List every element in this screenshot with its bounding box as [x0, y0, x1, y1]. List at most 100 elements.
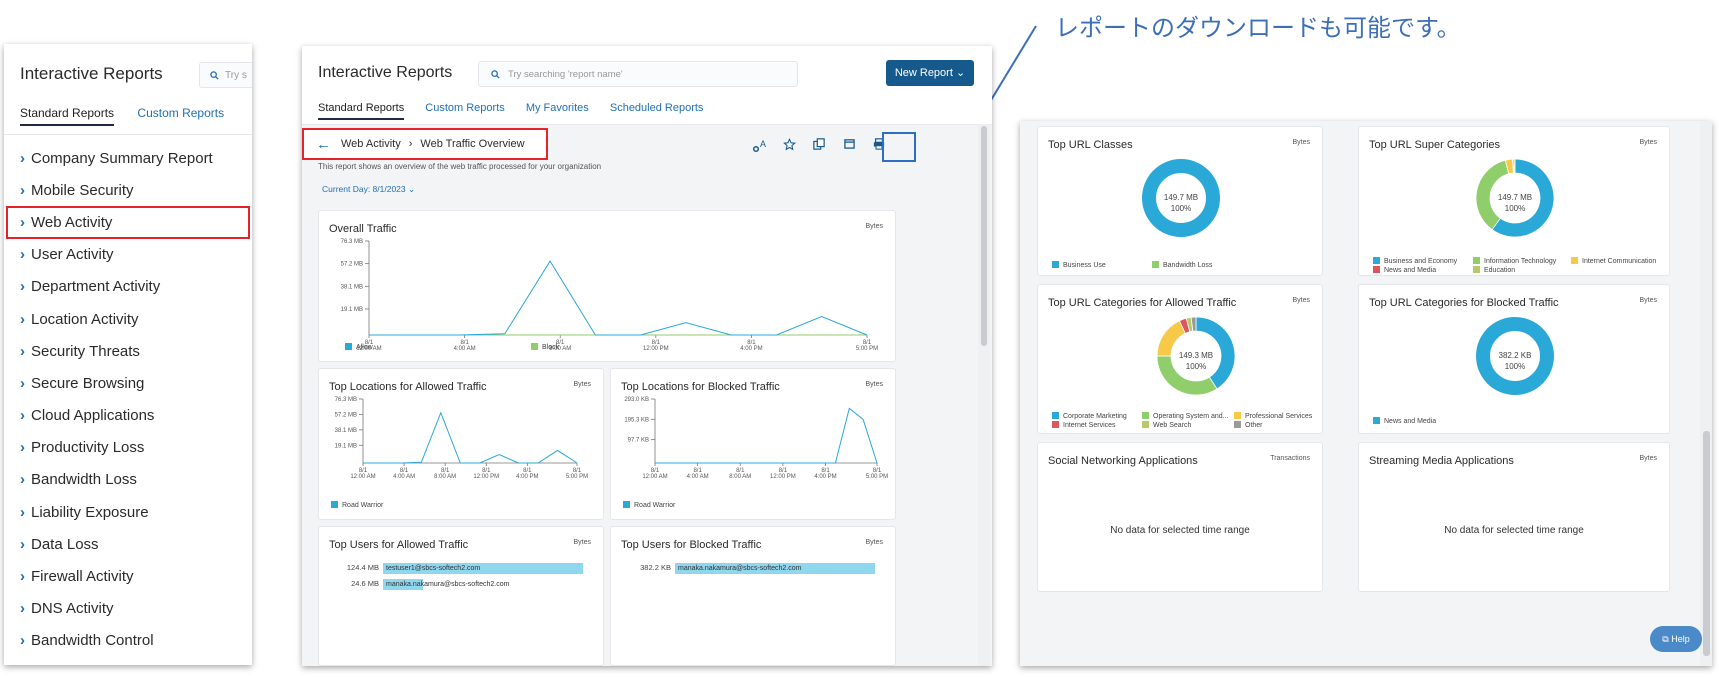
sidebar-item-location-activity[interactable]: › Location Activity [4, 303, 252, 335]
sidebar-item-bandwidth-control[interactable]: › Bandwidth Control [4, 625, 252, 657]
search-input[interactable]: Try searching 'report name' [478, 61, 798, 87]
sidebar-item-department-activity[interactable]: › Department Activity [4, 271, 252, 303]
user-row[interactable]: 382.2 KB manaka.nakamura@sbcs-softech2.co… [621, 563, 875, 574]
card-title: Streaming Media Applications [1369, 455, 1514, 467]
sidebar-item-secure-browsing[interactable]: › Secure Browsing [4, 367, 252, 399]
copy-icon[interactable] [812, 138, 826, 152]
breadcrumb-parent[interactable]: Web Activity [341, 138, 401, 150]
legend-label: Road Warrior [634, 502, 676, 509]
tab-standard-reports[interactable]: Standard Reports [318, 102, 405, 120]
legend-item: Operating System and... [1142, 412, 1228, 420]
sidebar-item-productivity-loss[interactable]: › Productivity Loss [4, 432, 252, 464]
calendar-icon[interactable] [842, 138, 856, 152]
legend-swatch [345, 343, 352, 350]
empty-state-message: No data for selected time range [1444, 525, 1584, 536]
y-tick-label: 76.3 MB [341, 239, 363, 245]
legend-item: Web Search [1142, 421, 1191, 429]
chevron-right-icon: › [20, 181, 25, 199]
donut-total: 149.3 MB [1178, 351, 1214, 360]
user-row[interactable]: 124.4 MB testuser1@sbcs-softech2.com [329, 563, 583, 574]
y-tick-label: 76.3 MB [335, 397, 357, 403]
donut-slice [1513, 158, 1516, 174]
legend-label: Road Warrior [342, 502, 384, 509]
search-placeholder: Try searching 'report name' [508, 69, 623, 80]
legend-label: Professional Services [1245, 413, 1313, 420]
help-button[interactable]: ⧉ Help [1650, 626, 1702, 652]
url-super-categories-card: Top URL Super Categories Bytes 149.7 MB 1… [1358, 126, 1670, 276]
sidebar-item-label: Web Activity [31, 213, 113, 231]
sidebar-item-liability-exposure[interactable]: › Liability Exposure [4, 496, 252, 528]
sidebar-item-data-loss[interactable]: › Data Loss [4, 528, 252, 560]
locations-blocked-card: Top Locations for Blocked Traffic Bytes … [610, 368, 896, 520]
url-allowed-categories-card: Top URL Categories for Allowed Traffic B… [1037, 284, 1323, 434]
new-report-button[interactable]: New Report ⌄ [886, 60, 974, 86]
user-bar: manaka.nakamura@sbcs-softech2.com [675, 563, 875, 574]
donut-percent: 100% [1504, 204, 1526, 213]
sidebar-item-label: Data Loss [31, 535, 99, 553]
legend-swatch [1373, 417, 1380, 424]
search-placeholder: Try s [225, 70, 247, 81]
chevron-right-icon: › [20, 310, 25, 328]
legend-swatch [1142, 412, 1149, 419]
report-viewer-panel: Interactive Reports Try searching 'repor… [302, 46, 992, 666]
card-unit: Transactions [1270, 455, 1310, 462]
help-label: Help [1671, 634, 1690, 644]
card-title: Top Users for Blocked Traffic [621, 539, 762, 551]
page-title: Interactive Reports [318, 64, 453, 81]
y-tick-label: 57.2 MB [335, 412, 357, 418]
sidebar-item-label: Liability Exposure [31, 503, 149, 521]
sidebar-item-user-activity[interactable]: › User Activity [4, 239, 252, 271]
legend-swatch [1373, 266, 1380, 273]
x-tick-label: 4:00 AM [393, 474, 415, 480]
sidebar-item-security-threats[interactable]: › Security Threats [4, 335, 252, 367]
tab-custom-reports[interactable]: Custom Reports [137, 106, 224, 120]
legend-swatch [1142, 421, 1149, 428]
legend-label: Education [1484, 267, 1516, 274]
legend-swatch [531, 343, 538, 350]
sidebar-item-firewall-activity[interactable]: › Firewall Activity [4, 560, 252, 592]
donut-total: 382.2 KB [1498, 351, 1532, 360]
empty-state-message: No data for selected time range [1110, 525, 1250, 536]
legend-label: News and Media [1384, 267, 1437, 274]
users-blocked-card: Top Users for Blocked Traffic Bytes 382.… [610, 526, 896, 666]
user-row[interactable]: 24.6 MB manaka.nakamura@sbcs-softech2.com [329, 579, 509, 590]
sidebar-item-mobile-security[interactable]: › Mobile Security [4, 174, 252, 206]
legend-label: Block [542, 344, 560, 351]
chevron-right-icon: › [20, 374, 25, 392]
search-input[interactable]: Try s [199, 62, 252, 88]
scrollbar-thumb[interactable] [981, 126, 987, 346]
x-tick-label: 4:00 PM [516, 474, 538, 480]
chevron-right-icon: › [20, 342, 25, 360]
x-tick-label: 8:00 AM [729, 474, 751, 480]
text-style-icon[interactable]: A [752, 138, 766, 153]
scrollbar-thumb[interactable] [1703, 431, 1710, 656]
legend-item: Internet Communication [1571, 257, 1656, 265]
sidebar-item-label: Location Activity [31, 310, 139, 328]
legend-label: Business Use [1063, 262, 1106, 269]
y-tick-label: 57.2 MB [341, 262, 363, 268]
sidebar-item-cloud-applications[interactable]: › Cloud Applications [4, 400, 252, 432]
sidebar-item-web-activity[interactable]: › Web Activity [6, 206, 250, 239]
donut-total: 149.7 MB [1497, 193, 1533, 202]
star-icon[interactable] [782, 138, 796, 152]
legend-swatch [1234, 421, 1241, 428]
legend-item: Professional Services [1234, 412, 1312, 420]
scrollbar[interactable] [1700, 121, 1712, 666]
streaming-media-card: Streaming Media Applications Bytes No da… [1358, 442, 1670, 592]
print-highlight-box [882, 132, 916, 162]
legend-swatch [1473, 257, 1480, 264]
donut-center-label: 382.2 KB 100% [1485, 350, 1545, 372]
sidebar-item-company-summary[interactable]: › Company Summary Report [4, 142, 252, 174]
tab-scheduled-reports[interactable]: Scheduled Reports [610, 102, 704, 114]
legend-swatch [1373, 257, 1380, 264]
scrollbar[interactable] [978, 124, 990, 666]
user-bar: testuser1@sbcs-softech2.com [383, 563, 583, 574]
card-title: Social Networking Applications [1048, 455, 1198, 467]
back-arrow-icon[interactable]: ← [316, 136, 331, 153]
tab-standard-reports[interactable]: Standard Reports [20, 106, 115, 126]
date-filter-dropdown[interactable]: Current Day: 8/1/2023 ⌄ [322, 184, 415, 195]
sidebar-item-dns-activity[interactable]: › DNS Activity [4, 593, 252, 625]
tab-custom-reports[interactable]: Custom Reports [425, 102, 504, 114]
tab-my-favorites[interactable]: My Favorites [526, 102, 589, 114]
sidebar-item-bandwidth-loss[interactable]: › Bandwidth Loss [4, 464, 252, 496]
